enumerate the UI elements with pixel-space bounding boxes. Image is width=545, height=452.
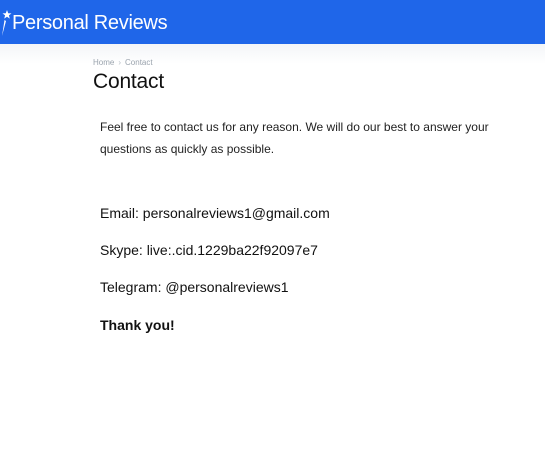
email-line: Email: personalreviews1@gmail.com <box>100 205 330 221</box>
page: Personal Reviews Home › Contact Contact … <box>0 0 545 452</box>
telegram-line: Telegram: @personalreviews1 <box>100 279 289 295</box>
page-title: Contact <box>93 70 164 93</box>
breadcrumb: Home › Contact <box>93 58 153 67</box>
site-logo-text: Personal Reviews <box>12 11 168 34</box>
skype-line: Skype: live:.cid.1229ba22f92097e7 <box>100 242 318 258</box>
breadcrumb-separator: › <box>118 58 122 67</box>
header-bar: Personal Reviews <box>0 0 545 44</box>
header-shadow <box>0 44 545 64</box>
breadcrumb-home-link[interactable]: Home <box>93 58 114 67</box>
thank-you-text: Thank you! <box>100 317 175 333</box>
star-icon <box>2 10 12 36</box>
intro-text: Feel free to contact us for any reason. … <box>100 120 489 156</box>
breadcrumb-current-link[interactable]: Contact <box>125 58 153 67</box>
site-logo-link[interactable]: Personal Reviews <box>0 4 168 42</box>
